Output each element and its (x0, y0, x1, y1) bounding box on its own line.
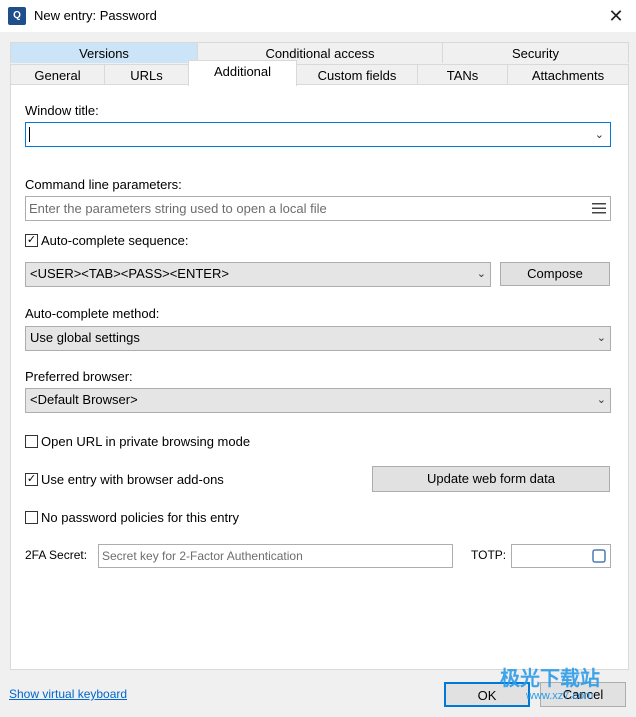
tab-versions[interactable]: Versions (10, 42, 198, 63)
private-mode-checkbox[interactable] (25, 435, 38, 448)
window-title: New entry: Password (34, 8, 157, 23)
twofa-placeholder: Secret key for 2-Factor Authentication (102, 549, 303, 563)
window-title-label: Window title: (25, 103, 99, 118)
cmd-params-label: Command line parameters: (25, 177, 182, 192)
tab-additional[interactable]: Additional (188, 60, 297, 86)
tab-general[interactable]: General (10, 64, 105, 85)
tab-security[interactable]: Security (442, 42, 629, 63)
tab-row-top: Versions Conditional access Security (10, 42, 629, 64)
chevron-down-icon[interactable]: ⌄ (477, 263, 486, 285)
private-mode-label: Open URL in private browsing mode (41, 434, 251, 449)
compose-button[interactable]: Compose (500, 262, 610, 286)
chevron-down-icon[interactable]: ⌄ (595, 128, 604, 141)
no-policy-checkbox[interactable] (25, 511, 38, 524)
close-icon[interactable]: ✕ (604, 4, 628, 28)
browser-value: <Default Browser> (30, 392, 138, 407)
autocomplete-seq-value: <USER><TAB><PASS><ENTER> (30, 266, 229, 281)
autocomplete-seq-label: Auto-complete sequence: (41, 233, 189, 248)
window-title-combo[interactable]: ⌄ (25, 122, 611, 147)
watermark-logo: 极光下载站 (500, 668, 600, 690)
autocomplete-method-combo[interactable]: Use global settings ⌄ (25, 326, 611, 351)
autocomplete-seq-combo[interactable]: <USER><TAB><PASS><ENTER> ⌄ (25, 262, 491, 287)
twofa-input[interactable]: Secret key for 2-Factor Authentication (98, 544, 453, 568)
no-policy-label: No password policies for this entry (41, 510, 239, 525)
chevron-down-icon[interactable]: ⌄ (597, 327, 606, 349)
totp-field[interactable] (511, 544, 611, 568)
app-logo-icon: Q (8, 7, 26, 25)
browser-combo[interactable]: <Default Browser> ⌄ (25, 388, 611, 413)
totp-label: TOTP: (471, 548, 507, 562)
copy-icon[interactable] (592, 549, 606, 566)
tab-row-bottom: General URLs Additional Custom fields TA… (10, 60, 629, 86)
tab-tans[interactable]: TANs (417, 64, 508, 85)
show-virtual-keyboard-link[interactable]: Show virtual keyboard (9, 687, 127, 701)
menu-icon[interactable] (592, 200, 606, 216)
tab-attachments[interactable]: Attachments (507, 64, 629, 85)
browser-addons-label: Use entry with browser add-ons (41, 472, 224, 487)
browser-label: Preferred browser: (25, 369, 133, 384)
watermark-url: www.xz7.com (526, 690, 594, 702)
chevron-down-icon[interactable]: ⌄ (597, 389, 606, 411)
cmd-params-input[interactable]: Enter the parameters string used to open… (25, 196, 611, 221)
autocomplete-method-value: Use global settings (30, 330, 140, 345)
browser-addons-checkbox[interactable]: ✓ (25, 473, 38, 486)
cmd-params-placeholder: Enter the parameters string used to open… (29, 201, 327, 216)
tab-urls[interactable]: URLs (104, 64, 189, 85)
tab-custom-fields[interactable]: Custom fields (296, 64, 418, 85)
update-webform-button[interactable]: Update web form data (372, 466, 610, 492)
autocomplete-seq-checkbox[interactable]: ✓ (25, 234, 38, 247)
twofa-label: 2FA Secret: (25, 548, 88, 562)
autocomplete-method-label: Auto-complete method: (25, 306, 160, 321)
title-bar: Q New entry: Password ✕ (0, 0, 636, 32)
text-cursor (29, 127, 30, 142)
